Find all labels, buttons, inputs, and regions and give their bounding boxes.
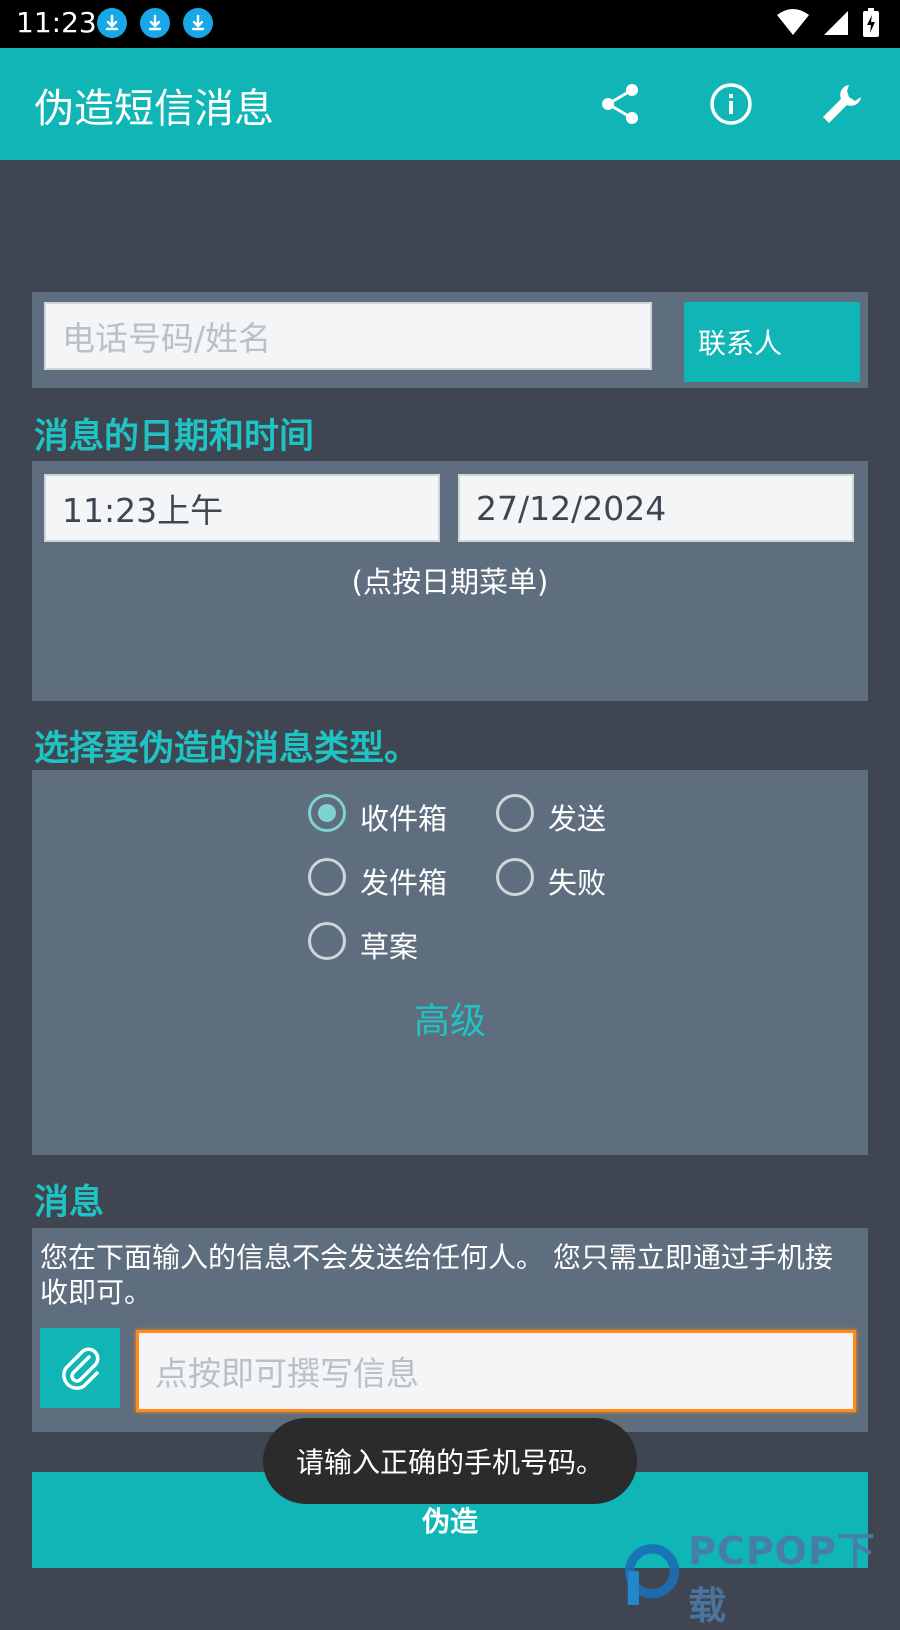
datetime-panel: 11:23上午 27/12/2024 (点按日期菜单) — [32, 461, 868, 701]
radio-outbox-label[interactable]: 发件箱 — [360, 860, 447, 902]
share-icon[interactable] — [594, 78, 646, 130]
download-icon — [140, 8, 170, 38]
status-icons — [776, 8, 880, 38]
wifi-icon — [777, 9, 809, 35]
watermark-logo-icon — [624, 1544, 680, 1605]
radio-outbox[interactable] — [308, 858, 346, 896]
datetime-section-label: 消息的日期和时间 — [34, 417, 315, 457]
download-icon — [183, 8, 213, 38]
status-bar: 11:23 — [0, 0, 900, 48]
message-panel: 您在下面输入的信息不会发送给任何人。 您只需立即通过手机接收即可。 点按即可撰写… — [32, 1228, 868, 1432]
toast-message: 请输入正确的手机号码。 — [263, 1418, 637, 1504]
status-time: 11:23 — [16, 6, 97, 39]
radio-sent[interactable] — [496, 794, 534, 832]
radio-failed-label[interactable]: 失败 — [548, 860, 606, 902]
app-title: 伪造短信消息 — [34, 86, 274, 132]
advanced-link[interactable]: 高级 — [32, 992, 868, 1044]
contacts-button[interactable]: 联系人 — [684, 302, 860, 382]
radio-sent-label[interactable]: 发送 — [548, 796, 606, 838]
attach-button[interactable] — [40, 1328, 120, 1408]
radio-draft[interactable] — [308, 922, 346, 960]
phone-name-input[interactable]: 电话号码/姓名 — [44, 302, 652, 370]
recipient-panel: 电话号码/姓名 联系人 — [32, 292, 868, 388]
app-bar: 伪造短信消息 — [0, 48, 900, 160]
message-input[interactable]: 点按即可撰写信息 — [136, 1330, 856, 1412]
radio-inbox[interactable] — [308, 794, 346, 832]
download-icon — [97, 8, 127, 38]
watermark: PCPOP下载 — [624, 1520, 900, 1630]
watermark-text: PCPOP下载 — [688, 1529, 876, 1628]
battery-charging-icon — [863, 8, 879, 37]
signal-icon — [824, 11, 848, 35]
time-field[interactable]: 11:23上午 — [44, 474, 440, 542]
message-note: 您在下面输入的信息不会发送给任何人。 您只需立即通过手机接收即可。 — [40, 1241, 833, 1309]
paperclip-icon — [62, 1347, 100, 1390]
date-hint: (点按日期菜单) — [351, 565, 549, 599]
radio-draft-label[interactable]: 草案 — [360, 924, 418, 966]
message-type-section-label: 选择要伪造的消息类型。 — [34, 729, 420, 769]
wrench-icon[interactable] — [816, 78, 868, 130]
radio-failed[interactable] — [496, 858, 534, 896]
message-type-panel: 收件箱 发送 发件箱 失败 草案 高级 — [32, 770, 868, 1155]
info-icon[interactable] — [705, 78, 757, 130]
message-section-label: 消息 — [34, 1183, 105, 1223]
date-field[interactable]: 27/12/2024 — [458, 474, 854, 542]
radio-inbox-label[interactable]: 收件箱 — [360, 796, 447, 838]
